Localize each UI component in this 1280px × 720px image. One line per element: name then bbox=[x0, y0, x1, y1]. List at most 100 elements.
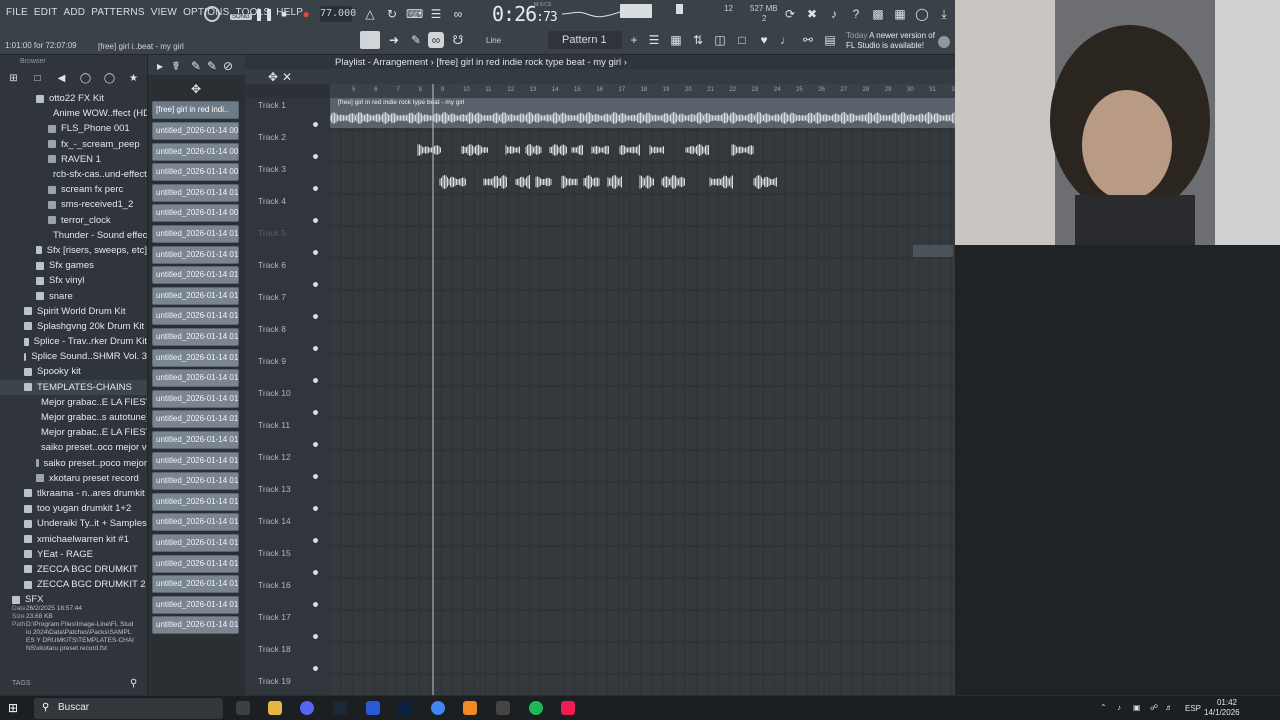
tray-bluetooth-icon[interactable]: ☍ bbox=[1150, 703, 1158, 712]
track-name[interactable]: Track 1 bbox=[258, 100, 286, 110]
discord-icon[interactable] bbox=[300, 701, 314, 715]
metronome-icon[interactable]: △ bbox=[362, 6, 378, 22]
tempo-tapper-icon[interactable]: ♩ bbox=[778, 32, 794, 48]
tray-chevron-icon[interactable]: ⌃ bbox=[1100, 703, 1107, 712]
picker-clip[interactable]: untitled_2026-01-14 01-.. bbox=[152, 616, 239, 635]
browser-item[interactable]: ZECCA BGC DRUMKIT bbox=[0, 562, 147, 577]
link-icon[interactable]: ∞ bbox=[428, 32, 444, 48]
track-mute-led[interactable] bbox=[313, 506, 318, 511]
obs-icon[interactable] bbox=[496, 701, 510, 715]
flstudio-icon[interactable] bbox=[463, 701, 477, 715]
paint-tool-icon[interactable]: ✎ bbox=[204, 58, 220, 74]
track-name[interactable]: Track 14 bbox=[258, 516, 291, 526]
browser-item[interactable]: too yugan drumkit 1+2 bbox=[0, 501, 147, 516]
explorer-icon[interactable] bbox=[268, 701, 282, 715]
picker-clip[interactable]: untitled_2026-01-14 01-.. bbox=[152, 492, 239, 511]
close-icon[interactable]: ✕ bbox=[279, 69, 295, 85]
menu-arrow-icon[interactable]: ▸ bbox=[152, 58, 168, 74]
track-name[interactable]: Track 2 bbox=[258, 132, 286, 142]
track-name[interactable]: Track 7 bbox=[258, 292, 286, 302]
browser-files-icon[interactable]: □ bbox=[30, 73, 45, 86]
pattern-selector[interactable]: Pattern 1 bbox=[548, 31, 622, 49]
browser-item[interactable]: Sfx games bbox=[0, 258, 147, 273]
browser-item[interactable]: Anime WOW..ffect (HD) bbox=[0, 106, 147, 121]
browser-all-icon[interactable]: ⊞ bbox=[6, 73, 21, 86]
browser-item[interactable]: Sfx [risers, sweeps, etc] bbox=[0, 243, 147, 258]
blend-notes-icon[interactable]: ∞ bbox=[450, 6, 466, 22]
track-mute-led[interactable] bbox=[313, 474, 318, 479]
browser-item[interactable]: sms-received1_2 bbox=[0, 197, 147, 212]
language-indicator[interactable]: ESP bbox=[1185, 704, 1201, 713]
track-name[interactable]: Track 10 bbox=[258, 388, 291, 398]
help-icon[interactable]: ? bbox=[848, 6, 864, 22]
magnet-icon[interactable]: ☤ bbox=[168, 58, 184, 74]
browser-globe-icon[interactable]: ◯ bbox=[78, 73, 93, 86]
track-mute-led[interactable] bbox=[313, 346, 318, 351]
master-volume-slider[interactable] bbox=[676, 4, 683, 14]
menu-patterns[interactable]: PATTERNS bbox=[91, 7, 144, 18]
picker-clip[interactable]: untitled_2026-01-14 01-.. bbox=[152, 513, 239, 532]
track-name[interactable]: Track 11 bbox=[258, 420, 290, 430]
stop-icon[interactable]: ■ bbox=[276, 6, 292, 22]
spotify-icon[interactable] bbox=[529, 701, 543, 715]
browser-item[interactable]: Spirit World Drum Kit bbox=[0, 304, 147, 319]
track-mute-led[interactable] bbox=[313, 186, 318, 191]
menu-file[interactable]: FILE bbox=[6, 7, 28, 18]
typing-keyboard-icon[interactable] bbox=[360, 31, 380, 49]
track-name[interactable]: Track 6 bbox=[258, 260, 286, 270]
picker-clip[interactable]: untitled_2026-01-14 00-.. bbox=[152, 142, 239, 161]
track-name[interactable]: Track 18 bbox=[258, 644, 291, 654]
browser-back-icon[interactable]: ◀ bbox=[54, 73, 69, 86]
browser-item[interactable]: Spooky kit bbox=[0, 364, 147, 379]
search-icon[interactable]: ⚲ bbox=[130, 678, 137, 689]
touch-controller-icon[interactable]: ⚯ bbox=[800, 32, 816, 48]
picker-clip[interactable]: untitled_2026-01-14 01-.. bbox=[152, 575, 239, 594]
picker-clip[interactable]: untitled_2026-01-14 00-.. bbox=[152, 163, 239, 182]
browser-item[interactable]: FLS_Phone 001 bbox=[0, 121, 147, 136]
picker-move-icon[interactable]: ✥ bbox=[188, 81, 204, 97]
clock-time[interactable]: 01:42 bbox=[1212, 698, 1242, 707]
mixer-icon[interactable]: ✖ bbox=[804, 6, 820, 22]
track-name[interactable]: Track 17 bbox=[258, 612, 291, 622]
track-mute-led[interactable] bbox=[313, 314, 318, 319]
clock-date[interactable]: 14/1/2026 bbox=[1204, 708, 1240, 717]
refresh-icon[interactable]: ⟳ bbox=[782, 6, 798, 22]
tray-mic-icon[interactable]: ♪ bbox=[1117, 703, 1121, 712]
track-mute-led[interactable] bbox=[313, 282, 318, 287]
track-name[interactable]: Track 13 bbox=[258, 484, 291, 494]
photoshop-icon[interactable] bbox=[398, 701, 412, 715]
pattern-song-toggle-icon[interactable] bbox=[204, 6, 220, 22]
picker-clip[interactable]: untitled_2026-01-14 01-.. bbox=[152, 410, 239, 429]
browser-icon[interactable]: □ bbox=[734, 32, 750, 48]
picker-clip[interactable]: untitled_2026-01-14 01-.. bbox=[152, 369, 239, 388]
save-icon[interactable]: ▩ bbox=[870, 6, 886, 22]
track-mute-led[interactable] bbox=[313, 538, 318, 543]
browser-item[interactable]: Underaiki Ty..it + Samples bbox=[0, 516, 147, 531]
menu-edit[interactable]: EDIT bbox=[34, 7, 58, 18]
track-mute-led[interactable] bbox=[313, 410, 318, 415]
arrow-right-icon[interactable]: ➜ bbox=[386, 32, 402, 48]
track-name[interactable]: Track 5 bbox=[258, 228, 286, 238]
picker-clip[interactable]: untitled_2026-01-14 01-.. bbox=[152, 431, 239, 449]
timeline-ruler[interactable]: 5 6 7 8 9 10 11 12 13 14 15 16 17 18 19 20 21 22 23 24 25 26 2… bbox=[330, 84, 958, 98]
picker-clip[interactable]: untitled_2026-01-14 01-.. bbox=[152, 286, 239, 305]
browser-item[interactable]: YEat - RAGE bbox=[0, 547, 147, 562]
browser-item[interactable]: Sfx vinyl bbox=[0, 273, 147, 288]
delete-tool-icon[interactable]: ⊘ bbox=[220, 58, 236, 74]
track-name[interactable]: Track 3 bbox=[258, 164, 286, 174]
track-mute-led[interactable] bbox=[313, 218, 318, 223]
browser-star-icon[interactable]: ★ bbox=[126, 73, 141, 86]
track-name[interactable]: Track 12 bbox=[258, 452, 291, 462]
mixer-view-icon[interactable]: ⇅ bbox=[690, 32, 706, 48]
playhead[interactable] bbox=[432, 84, 434, 695]
download-icon[interactable]: ⤓ bbox=[936, 6, 952, 22]
draw-tool-icon[interactable]: ✎ bbox=[188, 58, 204, 74]
track-mute-led[interactable] bbox=[313, 634, 318, 639]
vscode-icon[interactable] bbox=[366, 701, 380, 715]
add-pattern-icon[interactable]: + bbox=[626, 32, 642, 48]
browser-item[interactable]: tlkraama - n..ares drumkit bbox=[0, 486, 147, 501]
picker-clip[interactable]: untitled_2026-01-14 01-.. bbox=[152, 183, 239, 202]
picker-clip[interactable]: untitled_2026-01-14 01-.. bbox=[152, 472, 239, 491]
browser-item[interactable]: Mejor grabac..E LA FIESTA bbox=[0, 425, 147, 440]
song-mode-badge[interactable]: SONG bbox=[230, 14, 252, 20]
